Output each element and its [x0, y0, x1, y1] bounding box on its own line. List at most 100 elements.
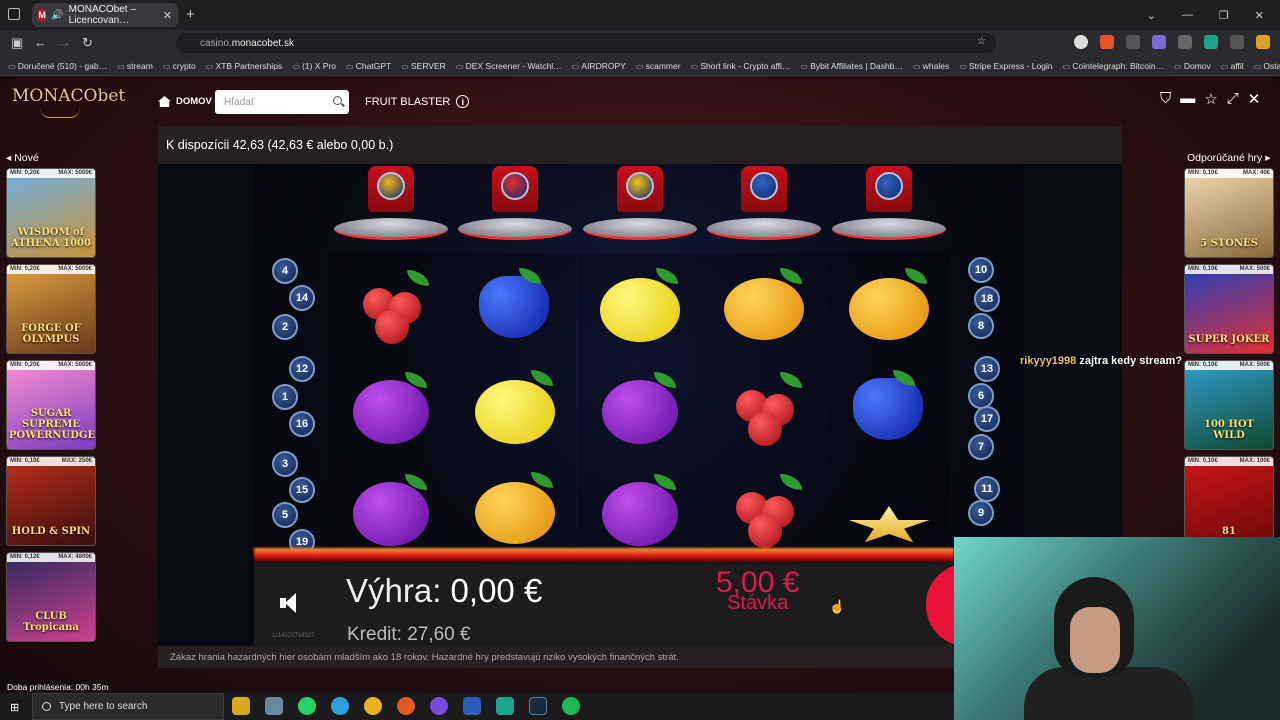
- bookmark-item[interactable]: affil: [1221, 61, 1244, 71]
- game-thumbnail[interactable]: MIN: 0,10€ MAX: 500€ 100 HOT WILD: [1184, 360, 1274, 450]
- telegram-icon[interactable]: [331, 697, 349, 715]
- close-game-icon[interactable]: ✕: [1248, 90, 1261, 108]
- rocket-tube: [492, 166, 538, 212]
- app-icon[interactable]: [496, 697, 514, 715]
- back-icon[interactable]: ←: [34, 35, 47, 50]
- taskbar-search[interactable]: Type here to search: [32, 693, 224, 720]
- recommended-games-label[interactable]: Odporúčané hry ▸: [1187, 152, 1276, 164]
- search-placeholder: Hľadať: [224, 96, 255, 108]
- browser-tab[interactable]: M 🔊 MONACObet – Licencovan… ✕: [32, 3, 178, 27]
- shield-icon[interactable]: ⛉: [1160, 90, 1171, 108]
- browser-icon[interactable]: [397, 697, 415, 715]
- recommended-games-sidebar: Odporúčané hry ▸ MIN: 0,10€ MAX: 40€ 5 STO…: [1184, 152, 1276, 552]
- tab-close-icon[interactable]: ✕: [163, 9, 172, 22]
- minimize-icon[interactable]: —: [1182, 9, 1193, 21]
- bookmark-item[interactable]: ChatGPT: [346, 61, 391, 71]
- menu-icon[interactable]: [1256, 35, 1270, 49]
- game-thumbnail-title: SUGAR SUPREME POWERNUDGE: [9, 408, 96, 441]
- window-controls: ⌄ — ❐ ✕: [1147, 0, 1280, 30]
- chrome-icon[interactable]: [364, 697, 382, 715]
- payline-badge: 7: [968, 434, 994, 460]
- game-thumbnail[interactable]: MIN: 0,20€ MAX: 5000€ SUGAR SUPREME POWERN…: [6, 360, 96, 450]
- bookmark-item[interactable]: AIRDROPY: [572, 61, 625, 71]
- payline-badge: 6: [968, 383, 994, 409]
- bookmark-item[interactable]: XTB Partnerships: [206, 61, 283, 71]
- favorite-star-icon[interactable]: ☆: [1204, 90, 1217, 108]
- restore-icon[interactable]: ❐: [1219, 9, 1229, 22]
- bookmark-item[interactable]: Ostatné záložky: [1254, 61, 1280, 71]
- spotify-icon[interactable]: [562, 697, 580, 715]
- game-title: FRUIT BLASTER i: [365, 95, 470, 108]
- game-thumbnail-title: FORGE OF OLYMPUS: [21, 323, 81, 345]
- stake-label: Stávka: [727, 592, 789, 614]
- home-icon: [158, 96, 171, 107]
- new-games-label[interactable]: ◂ Nové: [6, 152, 98, 164]
- bookmark-item[interactable]: whales: [913, 61, 949, 71]
- hand-cursor-icon: ☝: [829, 599, 846, 614]
- steam-icon[interactable]: [529, 697, 547, 715]
- grape-symbol: [843, 364, 933, 448]
- age-disclaimer: Zákaz hrania hazardných hier osobám mlad…: [158, 646, 958, 668]
- stake-selector[interactable]: 5,00 € Stávka: [716, 566, 799, 615]
- bookmark-item[interactable]: (1) X Pro: [292, 61, 336, 71]
- logo-ornament: [40, 108, 80, 118]
- monacobet-logo[interactable]: MONACObet: [12, 86, 125, 106]
- workspaces-icon[interactable]: ▣: [11, 35, 23, 51]
- forward-icon[interactable]: →: [58, 35, 71, 50]
- wallet-icon[interactable]: [1204, 35, 1218, 49]
- bookmark-item[interactable]: Domov: [1174, 61, 1211, 71]
- payline-badge: 16: [289, 411, 315, 437]
- wallet-icon[interactable]: ▬: [1180, 90, 1195, 108]
- max-bet: MAX: 250€: [61, 458, 92, 464]
- search-input[interactable]: Hľadať: [215, 90, 349, 114]
- game-thumbnail[interactable]: MIN: 0,20€ MAX: 5000€ WISDOM of ATHENA 100…: [6, 168, 96, 258]
- payline-badge: 10: [968, 257, 994, 283]
- min-bet: MIN: 0,20€: [10, 362, 40, 368]
- search-icon[interactable]: [333, 96, 342, 105]
- fullscreen-icon[interactable]: ⤢: [1227, 90, 1239, 108]
- bookmark-item[interactable]: DEX Screener - Watchl…: [456, 61, 562, 71]
- extension-icon[interactable]: [1126, 35, 1140, 49]
- url-field[interactable]: casino. monacobet.sk ☆: [176, 33, 996, 53]
- bookmark-item[interactable]: Doručené (510) - gab…: [8, 61, 107, 71]
- bookmark-item[interactable]: Bybit Affiliates | Dashb…: [800, 61, 903, 71]
- max-bet: MAX: 40€: [1242, 170, 1270, 176]
- home-link[interactable]: DOMOV: [158, 96, 212, 107]
- max-bet: MAX: 5000€: [58, 362, 92, 368]
- game-thumbnail[interactable]: MIN: 0,20€ MAX: 5000€ FORGE OF OLYMPUS: [6, 264, 96, 354]
- profile-icon[interactable]: [1074, 35, 1088, 49]
- messenger-icon[interactable]: [430, 697, 448, 715]
- bookmark-item[interactable]: stream: [117, 61, 153, 71]
- file-explorer-icon[interactable]: [232, 697, 250, 715]
- favorite-star-icon[interactable]: ☆: [977, 36, 986, 47]
- app-icon[interactable]: [265, 697, 283, 715]
- game-thumbnail[interactable]: MIN: 0,10€ MAX: 250€ HOLD & SPIN: [6, 456, 96, 546]
- bookmark-item[interactable]: Stripe Express - Login: [959, 61, 1053, 71]
- extensions-puzzle-icon[interactable]: [1178, 35, 1192, 49]
- bookmark-item[interactable]: SERVER: [401, 61, 446, 71]
- sound-icon[interactable]: [280, 592, 302, 614]
- bookmark-item[interactable]: crypto: [163, 61, 196, 71]
- tab-actions-icon[interactable]: [8, 8, 20, 20]
- game-thumbnail[interactable]: MIN: 0,10€ MAX: 40€ 5 STONES: [1184, 168, 1274, 258]
- rocket-tube: [866, 166, 912, 212]
- payline-badge: 15: [289, 477, 315, 503]
- brave-icon[interactable]: [1100, 35, 1114, 49]
- payline-badge: 3: [272, 451, 298, 477]
- info-icon[interactable]: i: [456, 95, 470, 108]
- game-thumbnail[interactable]: MIN: 0,10€ MAX: 100€ 81: [1184, 456, 1274, 546]
- reload-icon[interactable]: ↻: [82, 35, 93, 51]
- bookmark-item[interactable]: Short link - Crypto affi…: [691, 61, 790, 71]
- bookmark-item[interactable]: Cointelegraph: Bitcoin…: [1063, 61, 1164, 71]
- bookmark-item[interactable]: scammer: [636, 61, 681, 71]
- extension-icon[interactable]: [1152, 35, 1166, 49]
- game-thumbnail[interactable]: MIN: 0,10€ MAX: 500€ SUPER JOKER: [1184, 264, 1274, 354]
- windows-start-icon[interactable]: ⊞: [10, 701, 19, 714]
- close-window-icon[interactable]: ✕: [1255, 9, 1264, 22]
- game-thumbnail[interactable]: MIN: 0,12€ MAX: 4800€ CLUB Tropicana: [6, 552, 96, 642]
- new-tab-icon[interactable]: +: [186, 6, 195, 23]
- extension-icon[interactable]: [1230, 35, 1244, 49]
- whatsapp-icon[interactable]: [298, 697, 316, 715]
- word-icon[interactable]: [463, 697, 481, 715]
- tab-list-chevron-icon[interactable]: ⌄: [1147, 9, 1156, 22]
